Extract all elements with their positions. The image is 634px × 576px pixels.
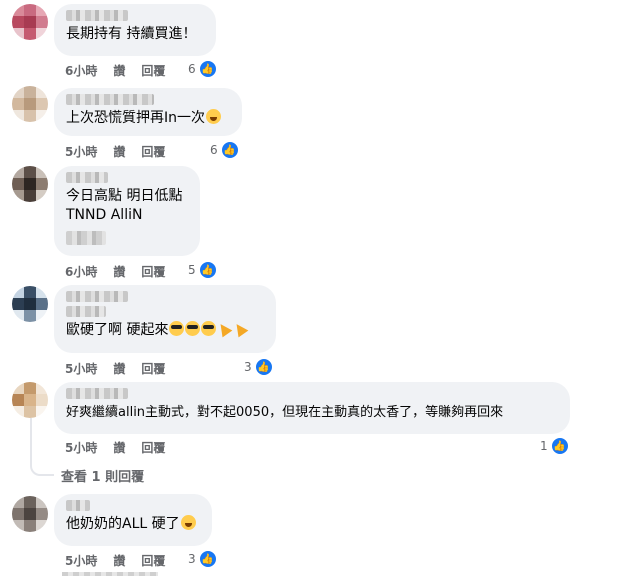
party-popper-icon	[217, 321, 232, 336]
timestamp[interactable]: 5小時	[65, 143, 97, 160]
author-name[interactable]	[66, 172, 108, 183]
comment-bubble: 好爽繼續allin主動式，對不起0050，但現在主動真的太香了，等賺夠再回來	[54, 382, 570, 434]
author-name[interactable]	[66, 388, 128, 399]
party-popper-icon	[233, 321, 248, 336]
thumbs-up-icon: 👍	[220, 141, 239, 159]
like-count: 3	[244, 360, 252, 374]
reply-thread-connector	[30, 418, 54, 476]
timestamp[interactable]: 5小時	[65, 360, 97, 377]
like-count: 5	[188, 263, 196, 277]
grinning-emoji-icon	[180, 515, 196, 530]
timestamp[interactable]: 6小時	[65, 263, 97, 280]
avatar[interactable]	[12, 166, 48, 202]
like-button[interactable]: 讚	[113, 143, 125, 160]
avatar[interactable]	[12, 382, 48, 418]
reply-button[interactable]: 回覆	[141, 360, 165, 377]
comment-text: 長期持有 持續買進！	[66, 26, 197, 42]
comment-actions: 5小時 讚 回覆	[65, 439, 181, 456]
comment-text: 上次恐慌質押再In一次	[66, 109, 230, 128]
comment-bubble: 長期持有 持續買進！	[54, 4, 216, 56]
thumbs-up-icon: 👍	[550, 437, 569, 455]
next-comment-name-blur	[62, 572, 158, 576]
view-replies-link[interactable]: 查看 1 則回覆	[61, 466, 144, 485]
reply-button[interactable]: 回覆	[141, 439, 165, 456]
author-name[interactable]	[66, 10, 128, 21]
comment-text: 歐硬了啊 硬起來	[66, 321, 264, 340]
comment-bubble: 歐硬了啊 硬起來	[54, 285, 276, 353]
reaction-count[interactable]: 6 👍	[188, 60, 217, 78]
comment-actions: 6小時 讚 回覆	[65, 263, 181, 280]
like-button[interactable]: 讚	[113, 360, 125, 377]
timestamp[interactable]: 5小時	[65, 439, 97, 456]
sunglasses-emoji-icon	[169, 321, 185, 336]
sunglasses-emoji-icon	[185, 321, 201, 336]
like-count: 1	[540, 439, 548, 453]
avatar[interactable]	[12, 86, 48, 122]
timestamp[interactable]: 6小時	[65, 62, 97, 79]
comment-text-line-2: TNND AlliN	[66, 207, 143, 223]
thumbs-up-icon: 👍	[198, 60, 217, 78]
reaction-count[interactable]: 1 👍	[540, 437, 569, 455]
reply-button[interactable]: 回覆	[141, 263, 165, 280]
thumbs-up-icon: 👍	[198, 261, 217, 279]
reply-button[interactable]: 回覆	[141, 552, 165, 569]
avatar[interactable]	[12, 286, 48, 322]
comment-bubble: 上次恐慌質押再In一次	[54, 88, 242, 136]
reaction-count[interactable]: 3 👍	[188, 550, 217, 568]
author-name[interactable]	[66, 291, 128, 302]
sunglasses-emoji-icon	[201, 321, 217, 336]
comment-text: 今日高點 明日低點	[66, 188, 183, 204]
reply-button[interactable]: 回覆	[141, 62, 165, 79]
comment-text: 他奶奶的ALL 硬了	[66, 515, 200, 534]
author-name-line-2	[66, 306, 106, 317]
like-button[interactable]: 讚	[113, 62, 125, 79]
laughing-emoji-icon	[206, 109, 222, 124]
like-count: 6	[188, 62, 196, 76]
like-count: 6	[210, 143, 218, 157]
author-name[interactable]	[66, 500, 90, 511]
comment-4-actions: 5小時 讚 回覆	[65, 360, 181, 377]
thumbs-up-icon: 👍	[254, 358, 273, 376]
avatar[interactable]	[12, 496, 48, 532]
comment-actions: 5小時 讚 回覆	[65, 143, 181, 160]
comment-bubble: 今日高點 明日低點 TNND AlliN	[54, 166, 200, 256]
author-name[interactable]	[66, 94, 154, 105]
blurred-content	[66, 231, 106, 245]
timestamp[interactable]: 5小時	[65, 552, 97, 569]
comment-actions: 6小時 讚 回覆	[65, 62, 181, 79]
avatar[interactable]	[12, 4, 48, 40]
thumbs-up-icon: 👍	[198, 550, 217, 568]
comment-actions: 5小時 讚 回覆	[65, 552, 181, 569]
reaction-count[interactable]: 3 👍	[244, 358, 273, 376]
reaction-count[interactable]: 6 👍	[210, 141, 239, 159]
like-count: 3	[188, 552, 196, 566]
reply-button[interactable]: 回覆	[141, 143, 165, 160]
comment-text: 好爽繼續allin主動式，對不起0050，但現在主動真的太香了，等賺夠再回來	[66, 405, 504, 420]
like-button[interactable]: 讚	[113, 439, 125, 456]
like-button[interactable]: 讚	[113, 263, 125, 280]
reaction-count[interactable]: 5 👍	[188, 261, 217, 279]
like-button[interactable]: 讚	[113, 552, 125, 569]
comment-bubble: 他奶奶的ALL 硬了	[54, 494, 212, 546]
